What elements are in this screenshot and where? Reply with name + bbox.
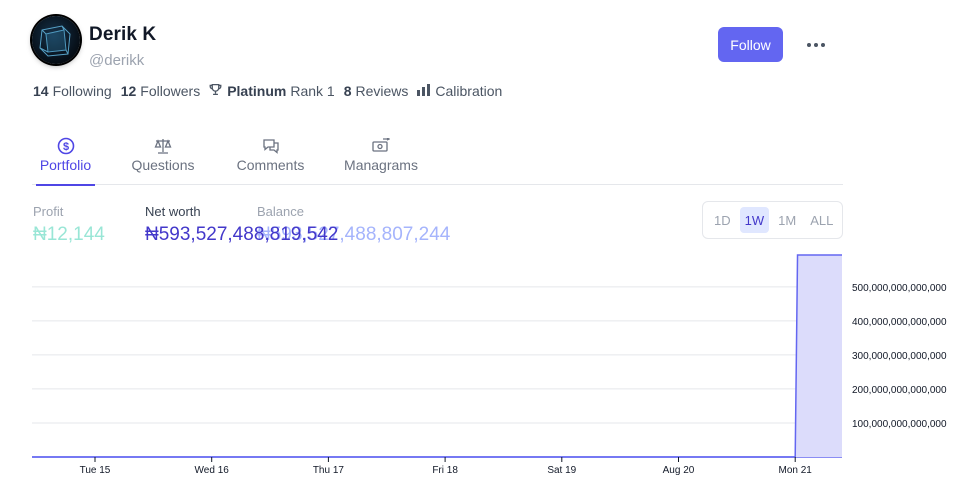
more-options-icon[interactable]: [800, 30, 832, 60]
y-tick-label: 400,000,000,000,000: [852, 317, 947, 328]
networth-label[interactable]: Net worth: [145, 204, 201, 219]
tab-managrams-label: Managrams: [344, 157, 418, 173]
tab-questions[interactable]: Questions: [130, 133, 196, 185]
league-tier: Platinum: [227, 83, 287, 99]
profit-label[interactable]: Profit: [33, 204, 63, 219]
x-tick-label: Fri 18: [432, 465, 458, 476]
following-label: Following: [52, 83, 112, 99]
tab-questions-label: Questions: [131, 157, 195, 173]
chat-bubbles-icon: [262, 135, 280, 157]
reviews-label: Reviews: [355, 83, 409, 99]
league-rank: Rank 1: [290, 83, 335, 99]
followers-label: Followers: [140, 83, 201, 99]
x-tick-label: Sat 19: [547, 465, 576, 476]
trophy-icon: [209, 83, 222, 99]
svg-text:$: $: [62, 141, 68, 153]
profile-tabs: $ Portfolio Questions Comments Managrams: [32, 133, 843, 186]
y-tick-label: 100,000,000,000,000: [852, 419, 947, 430]
x-tick-label: Wed 16: [195, 465, 230, 476]
y-tick-label: 300,000,000,000,000: [852, 351, 947, 362]
calibration-link[interactable]: Calibration: [417, 83, 502, 99]
y-tick-label: 200,000,000,000,000: [852, 385, 947, 396]
profit-value[interactable]: ₦12,144: [33, 224, 105, 246]
x-tick-label: Aug 20: [663, 465, 695, 476]
range-1d-button[interactable]: 1D: [709, 207, 736, 233]
networth-value[interactable]: ₦593,527,488,819,542: [145, 224, 338, 246]
reviews-link[interactable]: 8 Reviews: [344, 83, 409, 99]
dollar-circle-icon: $: [57, 135, 75, 157]
x-tick-label: Tue 15: [80, 465, 111, 476]
reviews-count: 8: [343, 83, 352, 99]
following-link[interactable]: 14 Following: [33, 83, 112, 99]
profile-name: Derik K: [89, 24, 157, 45]
profile-stats: 14 Following 12 Followers Platinum Rank …: [33, 83, 511, 99]
profile-handle: @derikk: [89, 52, 145, 69]
calibration-label: Calibration: [435, 83, 503, 99]
tab-comments[interactable]: Comments: [235, 133, 306, 185]
range-all-button[interactable]: ALL: [805, 207, 838, 233]
networth-area: [32, 255, 842, 457]
y-tick-label: 500,000,000,000,000: [852, 283, 947, 294]
following-count: 14: [33, 83, 49, 99]
followers-count: 12: [120, 83, 137, 99]
x-tick-label: Thu 17: [313, 465, 345, 476]
avatar[interactable]: [32, 16, 80, 64]
money-transfer-icon: [372, 135, 390, 157]
follow-button[interactable]: Follow: [718, 27, 783, 62]
range-1m-button[interactable]: 1M: [773, 207, 801, 233]
x-tick-label: Mon 21: [779, 465, 813, 476]
networth-line: [32, 254, 842, 458]
tab-managrams[interactable]: Managrams: [344, 133, 418, 185]
league-link[interactable]: Platinum Rank 1: [209, 83, 335, 99]
tab-portfolio-label: Portfolio: [39, 157, 92, 173]
time-range-selector: 1D 1W 1M ALL: [702, 201, 843, 239]
tab-comments-label: Comments: [236, 157, 305, 173]
balance-label[interactable]: Balance: [257, 204, 304, 219]
bar-chart-icon: [417, 83, 431, 99]
followers-link[interactable]: 12 Followers: [121, 83, 200, 99]
scale-icon: [154, 135, 172, 157]
tab-portfolio[interactable]: $ Portfolio: [36, 133, 95, 186]
range-1w-button[interactable]: 1W: [739, 207, 770, 233]
portfolio-chart[interactable]: 100,000,000,000,000 200,000,000,000,000 30…: [0, 250, 974, 480]
